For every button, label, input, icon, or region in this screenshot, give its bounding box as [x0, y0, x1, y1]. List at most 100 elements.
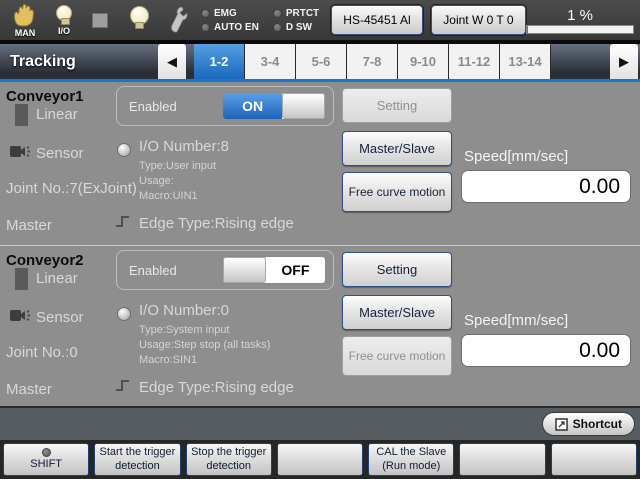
io-type-label: Type:User input — [139, 159, 216, 174]
nav-tab[interactable]: 13-14 — [500, 44, 551, 79]
square-stop-icon — [92, 13, 108, 28]
manual-mode-button[interactable]: MAN — [12, 3, 38, 38]
function-key-bar: SHIFT Start the trigger detection Stop t… — [0, 440, 640, 479]
sensor-io-radio[interactable] — [117, 307, 131, 321]
conveyor-name: Conveyor1 — [6, 88, 84, 105]
nav-tab[interactable]: 9-10 — [398, 44, 449, 79]
fkey-label: Stop the trigger detection — [188, 446, 270, 472]
sensor-label: Sensor — [36, 145, 84, 162]
master-slave-button[interactable]: Master/Slave — [342, 295, 452, 330]
fkey-shift[interactable]: SHIFT — [3, 443, 89, 476]
io-macro-label: Macro:SIN1 — [139, 353, 270, 368]
free-curve-button[interactable]: Free curve motion — [342, 336, 452, 376]
rising-edge-icon[interactable] — [114, 378, 131, 398]
shortcut-strip: Shortcut — [0, 408, 640, 440]
maintenance-button[interactable] — [169, 5, 189, 35]
nav-tab[interactable]: 3-4 — [245, 44, 296, 79]
conveyor2-section: Conveyor2 Linear Enabled OFF Setting — [0, 245, 640, 405]
enabled-group: Enabled ON — [116, 86, 334, 126]
free-curve-button[interactable]: Free curve motion — [342, 172, 452, 212]
toggle-knob — [223, 257, 266, 283]
edge-type-label: Edge Type:Rising edge — [139, 215, 294, 232]
nav-tab[interactable]: 1-2 — [194, 44, 245, 79]
linear-type-icon — [15, 268, 28, 290]
override-percent-label: 1 % — [567, 7, 593, 24]
toggle-state-label: ON — [223, 93, 282, 119]
coordinate-mode-button[interactable]: Joint W 0 T 0 — [431, 5, 526, 35]
io-lamp-icon — [56, 5, 72, 21]
led-emg: EMG — [201, 8, 259, 19]
linear-type-icon — [15, 104, 28, 126]
fkey-cal-slave[interactable]: CAL the Slave (Run mode) — [368, 443, 454, 476]
toggle-state-label: OFF — [266, 257, 325, 283]
override-progress-fill — [527, 26, 528, 33]
fkey-label: SHIFT — [30, 458, 62, 471]
stop-status-button[interactable] — [92, 13, 108, 28]
io-type-label: Type:System input — [139, 323, 270, 338]
shift-led-icon — [42, 448, 51, 457]
fkey-blank-2[interactable] — [459, 443, 545, 476]
edge-type-label: Edge Type:Rising edge — [139, 379, 294, 396]
motor-lamp-button[interactable] — [130, 6, 149, 35]
enabled-label: Enabled — [129, 99, 177, 114]
tab-scroll-right-button[interactable]: ▶ — [610, 44, 638, 79]
toggle-knob — [282, 93, 325, 119]
nav-tab[interactable]: 7-8 — [347, 44, 398, 79]
enabled-toggle[interactable]: ON — [222, 92, 326, 120]
linear-label: Linear — [36, 106, 78, 123]
tracking-main-panel: Conveyor1 Linear Enabled ON Setting — [0, 82, 640, 408]
sensor-io-radio[interactable] — [117, 143, 131, 157]
chevron-right-icon: ▶ — [619, 54, 629, 69]
fkey-blank-3[interactable] — [551, 443, 637, 476]
robot-type-button[interactable]: HS-45451 Al — [331, 5, 423, 35]
sensor-icon — [9, 142, 31, 165]
sensor-icon — [9, 306, 31, 329]
speed-value-display: 0.00 — [461, 170, 631, 203]
nav-wrap: Tracking ◀ 1-2 3-4 5-6 7-8 9-10 11-12 13… — [0, 40, 640, 82]
nav-tab[interactable]: 5-6 — [296, 44, 347, 79]
speed-unit-label: Speed[mm/sec] — [464, 312, 568, 329]
speed-override-display[interactable]: 1 % — [526, 7, 634, 34]
led-auto-en: AUTO EN — [201, 22, 259, 33]
fkey-stop-trigger[interactable]: Stop the trigger detection — [186, 443, 272, 476]
override-progress-bar — [526, 25, 634, 34]
conveyor-name: Conveyor2 — [6, 252, 84, 269]
fkey-label: CAL the Slave (Run mode) — [370, 446, 452, 472]
io-monitor-button[interactable]: I/O — [56, 5, 72, 36]
enabled-label: Enabled — [129, 263, 177, 278]
rising-edge-icon[interactable] — [114, 214, 131, 234]
io-label: I/O — [58, 26, 70, 36]
page-title: Tracking — [0, 44, 158, 79]
led-d-sw: D SW — [273, 22, 319, 33]
chevron-left-icon: ◀ — [167, 54, 177, 69]
status-led-panel: EMG PRTCT AUTO EN D SW — [201, 8, 319, 33]
top-status-bar: MAN I/O EMG PRTCT — [0, 0, 640, 40]
tracking-nav-bar: Tracking ◀ 1-2 3-4 5-6 7-8 9-10 11-12 13… — [0, 44, 640, 79]
manual-mode-label: MAN — [15, 28, 36, 38]
io-number-label: I/O Number:8 — [139, 138, 229, 155]
motor-lamp-icon — [130, 6, 149, 25]
emg-led-icon — [201, 9, 210, 18]
joint-no-label: Joint No.:7(ExJoint) — [6, 180, 137, 197]
shortcut-label: Shortcut — [573, 417, 622, 431]
enabled-toggle[interactable]: OFF — [222, 256, 326, 284]
setting-button[interactable]: Setting — [342, 252, 452, 287]
fkey-blank-1[interactable] — [277, 443, 363, 476]
shortcut-button[interactable]: Shortcut — [542, 412, 635, 436]
hand-icon — [12, 3, 38, 27]
sensor-label: Sensor — [36, 309, 84, 326]
enabled-group: Enabled OFF — [116, 250, 334, 290]
teach-pendant-screen: MAN I/O EMG PRTCT — [0, 0, 640, 479]
io-detail-lines: Type:User input Usage: Macro:UIN1 — [139, 159, 216, 204]
setting-button[interactable]: Setting — [342, 88, 452, 123]
nav-tab[interactable]: 11-12 — [449, 44, 500, 79]
speed-value-display: 0.00 — [461, 334, 631, 367]
master-slave-button[interactable]: Master/Slave — [342, 131, 452, 166]
wrench-icon — [169, 5, 189, 35]
joint-no-label: Joint No.:0 — [6, 344, 78, 361]
io-number-label: I/O Number:0 — [139, 302, 229, 319]
master-label: Master — [6, 381, 52, 398]
fkey-start-trigger[interactable]: Start the trigger detection — [94, 443, 180, 476]
led-prtct: PRTCT — [273, 8, 319, 19]
tab-scroll-left-button[interactable]: ◀ — [158, 44, 186, 79]
